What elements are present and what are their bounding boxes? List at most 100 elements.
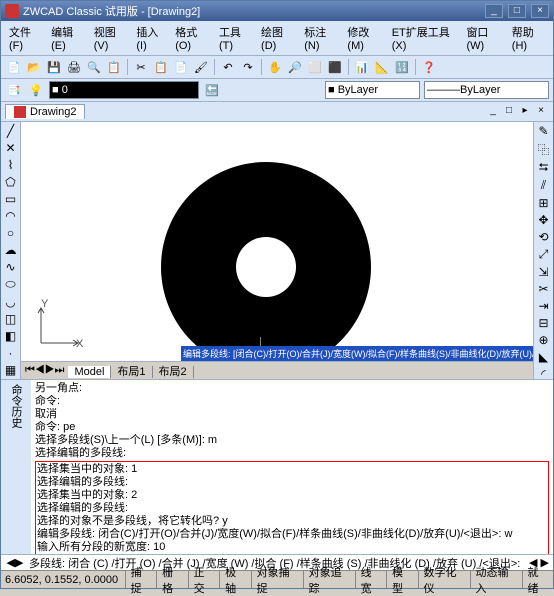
status-toggle[interactable]: 捕捉 [125,571,156,588]
color-combo[interactable]: ■ ByLayer [325,81,420,99]
move-icon[interactable]: ✥ [536,213,552,227]
menu-item[interactable]: 编辑(E) [47,23,88,53]
calc-icon[interactable]: 🔢 [393,58,411,76]
help-icon[interactable]: ❓ [420,58,438,76]
cut-icon[interactable]: ✂ [132,58,150,76]
status-toggle[interactable]: 动态输入 [470,571,522,588]
zoom-rt-icon[interactable]: 🔎 [286,58,304,76]
command-panel: 命令历史 另一角点:命令:取消命令: pe选择多段线(S)\上一个(L) [多条… [1,379,553,554]
cmd-nav-icon[interactable]: ◀▶ [1,556,29,569]
tab-nav-left-icon[interactable]: ⏮◀▶⏭ [21,364,68,377]
paste-icon[interactable]: 📄 [172,58,190,76]
undo-icon[interactable]: ↶ [219,58,237,76]
menu-item[interactable]: ET扩展工具(X) [388,23,461,53]
tab-nav-icon[interactable]: ▸ [518,105,532,119]
menu-item[interactable]: 插入(I) [132,23,169,53]
tab-restore-icon[interactable]: □ [502,105,516,119]
menu-item[interactable]: 工具(T) [215,23,255,53]
zoom-prev-icon[interactable]: ⬛ [326,58,344,76]
modify-toolbar: ✎ ⿻ ⮀ ⫽ ⊞ ✥ ⟲ ⤢ ⇲ ✂ ⇥ ⊟ ⊕ ◣ ◜ ✴ [533,122,553,379]
layer-mgr-icon[interactable]: 📑 [5,81,23,99]
pan-icon[interactable]: ✋ [266,58,284,76]
status-toggle[interactable]: 栅格 [156,571,187,588]
arc-icon[interactable]: ◠ [3,209,19,223]
status-toggle[interactable]: 线宽 [355,571,386,588]
redo-icon[interactable]: ↷ [239,58,257,76]
point-icon[interactable]: · [3,346,19,360]
layout-tab[interactable]: 布局2 [153,366,194,378]
join-icon[interactable]: ⊕ [536,333,552,347]
circle-icon[interactable]: ○ [3,226,19,240]
linetype-combo[interactable]: ——— ByLayer [424,81,549,99]
polygon-icon[interactable]: ⬠ [3,175,19,189]
status-toggle[interactable]: 对象捕捉 [251,571,303,588]
menu-item[interactable]: 窗口(W) [462,23,505,53]
status-toggle[interactable]: 对象追踪 [303,571,355,588]
layer-combo[interactable]: ■ 0 [49,81,199,99]
pline-icon[interactable]: ⌇ [3,158,19,172]
ellipse-icon[interactable]: ⬭ [3,277,19,292]
save-icon[interactable]: 💾 [45,58,63,76]
minimize-button[interactable]: _ [485,4,503,18]
drawing-canvas[interactable]: YX 编辑多段线: [闭合(C)/打开(O)/合并(J)/宽度(W)/拟合(F)… [21,122,533,361]
command-history[interactable]: 另一角点:命令:取消命令: pe选择多段线(S)\上一个(L) [多条(M)]:… [31,380,553,554]
menu-item[interactable]: 文件(F) [5,23,45,53]
layer-prev-icon[interactable]: 🔙 [203,81,221,99]
erase-icon[interactable]: ✎ [536,124,552,138]
insert-icon[interactable]: ◫ [3,312,19,326]
match-icon[interactable]: 🖌 [192,58,210,76]
hatch-icon[interactable]: ▦ [3,363,19,377]
publish-icon[interactable]: 📋 [105,58,123,76]
print-icon[interactable]: 🖨 [65,58,83,76]
xline-icon[interactable]: ✕ [3,141,19,155]
rotate-icon[interactable]: ⟲ [536,230,552,244]
zoom-win-icon[interactable]: ⬜ [306,58,324,76]
status-toggle[interactable]: 极轴 [219,571,250,588]
status-toggle[interactable]: 数字化仪 [418,571,470,588]
menu-item[interactable]: 绘图(D) [257,23,298,53]
layout-tabs: ⏮◀▶⏭ Model布局1布局2 [21,361,533,379]
props-icon[interactable]: 📊 [353,58,371,76]
break-icon[interactable]: ⊟ [536,316,552,330]
ellarc-icon[interactable]: ◡ [3,295,19,309]
rect-icon[interactable]: ▭ [3,192,19,206]
array-icon[interactable]: ⊞ [536,196,552,210]
menu-item[interactable]: 格式(O) [171,23,213,53]
new-icon[interactable]: 📄 [5,58,23,76]
preview-icon[interactable]: 🔍 [85,58,103,76]
copy-icon[interactable]: 📋 [152,58,170,76]
document-tab[interactable]: Drawing2 [5,104,85,119]
status-toggle[interactable]: 模型 [386,571,417,588]
block-icon[interactable]: ◧ [3,329,19,343]
menu-item[interactable]: 视图(V) [90,23,131,53]
tab-min-icon[interactable]: _ [486,105,500,119]
menu-item[interactable]: 修改(M) [343,23,385,53]
layer-state-icon[interactable]: 💡 [27,81,45,99]
status-toggle[interactable]: 就绪 [522,571,553,588]
close-button[interactable]: × [531,4,549,18]
document-tab-bar: Drawing2 _ □ ▸ × [1,102,553,122]
tab-close-icon[interactable]: × [534,105,548,119]
revcloud-icon[interactable]: ☁ [3,243,19,257]
open-icon[interactable]: 📂 [25,58,43,76]
layout-tab[interactable]: 布局1 [111,366,152,378]
fillet-icon[interactable]: ◜ [536,367,552,379]
main-area: ╱ ✕ ⌇ ⬠ ▭ ◠ ○ ☁ ∿ ⬭ ◡ ◫ ◧ · ▦ ◐ ▢ ▤ A YX… [1,122,553,379]
extend-icon[interactable]: ⇥ [536,299,552,313]
maximize-button[interactable]: □ [508,4,526,18]
stretch-icon[interactable]: ⇲ [536,265,552,279]
offset-icon[interactable]: ⫽ [536,178,552,193]
chamfer-icon[interactable]: ◣ [536,350,552,364]
menu-item[interactable]: 帮助(H) [508,23,549,53]
spline-icon[interactable]: ∿ [3,260,19,274]
line-icon[interactable]: ╱ [3,124,19,138]
doc-icon [14,106,26,118]
trim-icon[interactable]: ✂ [536,282,552,296]
scale-icon[interactable]: ⤢ [536,247,552,262]
status-toggle[interactable]: 正交 [188,571,219,588]
copy2-icon[interactable]: ⿻ [536,141,552,157]
layout-tab[interactable]: Model [68,366,111,378]
menu-item[interactable]: 标注(N) [300,23,341,53]
mirror-icon[interactable]: ⮀ [536,160,552,175]
desc-icon[interactable]: 📐 [373,58,391,76]
